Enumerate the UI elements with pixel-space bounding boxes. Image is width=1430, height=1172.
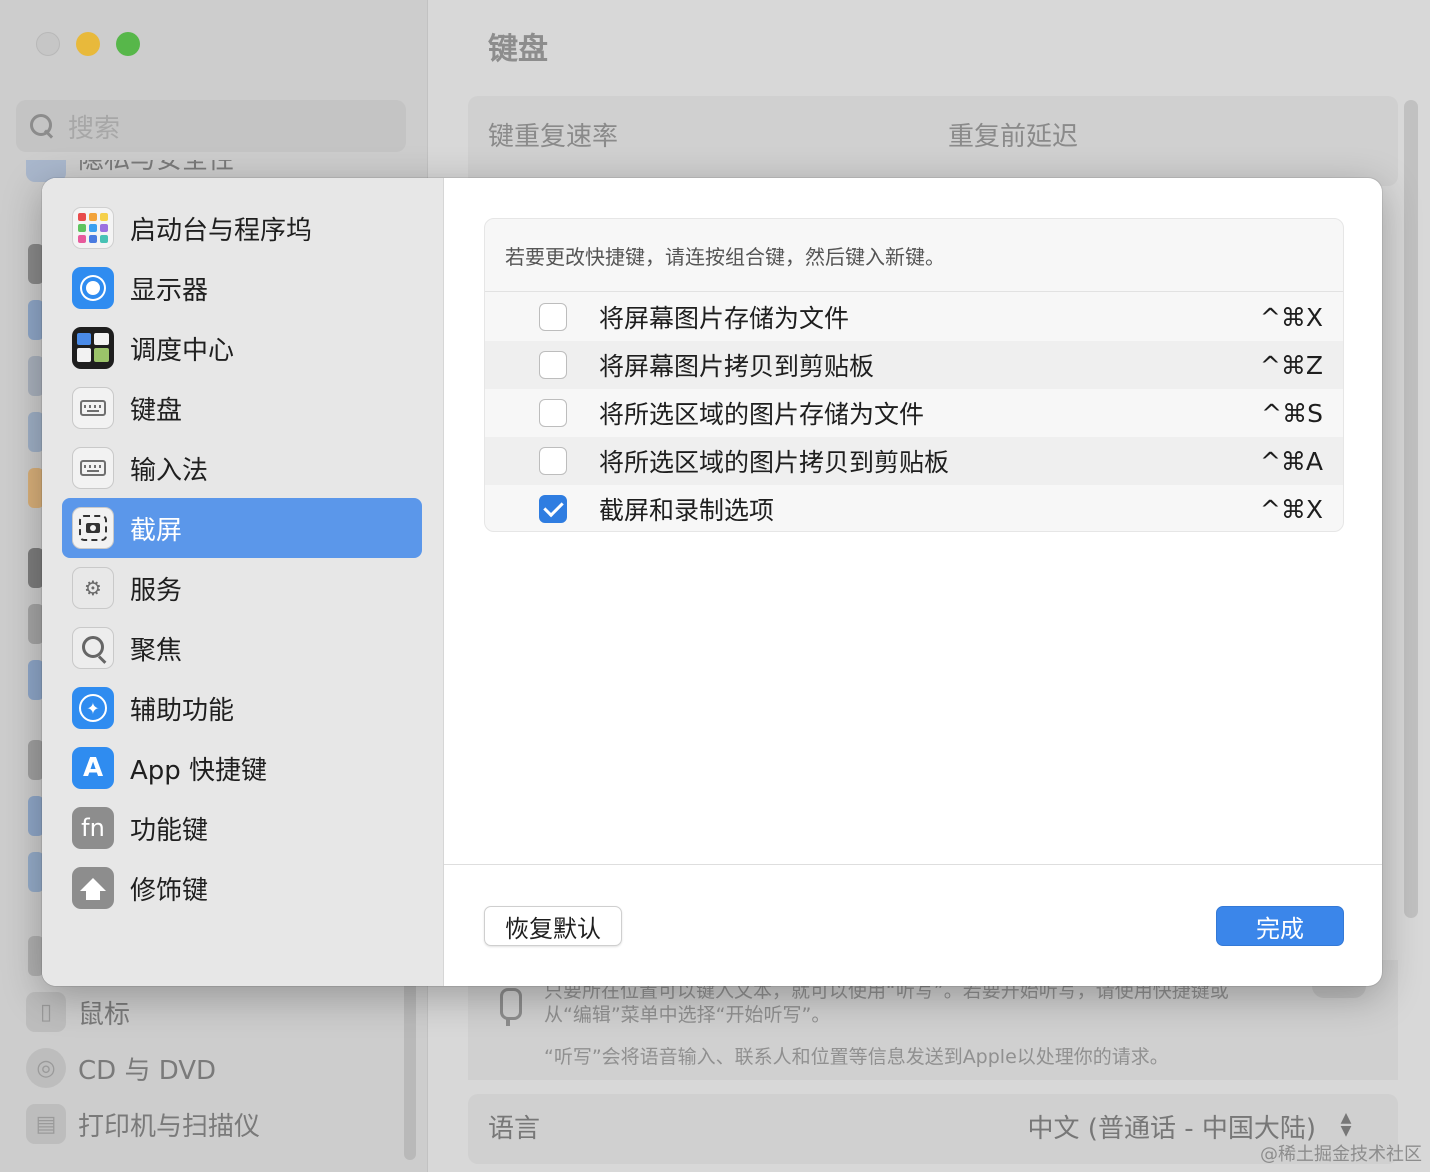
shortcut-key-combo[interactable]: ^⌘A [1260,447,1323,476]
keyboard-icon [72,387,114,429]
search-icon [28,112,56,140]
shortcut-row[interactable]: 将屏幕图片存储为文件 ^⌘X [485,293,1343,341]
shortcut-key-combo[interactable]: ^⌘X [1260,303,1323,332]
screenshot-icon [72,507,114,549]
shortcut-label: 截屏和录制选项 [599,496,775,525]
sidebar-scrollbar[interactable] [404,960,416,1160]
minimize-window-button[interactable] [76,32,100,56]
shortcut-label: 将所选区域的图片拷贝到剪贴板 [599,448,950,477]
category-input-sources[interactable]: 输入法 [62,438,422,498]
accessibility-icon: ✦ [72,687,114,729]
footer-divider [444,864,1382,865]
shortcut-categories-list: 启动台与程序坞 显示器 调度中心 键盘 输入法 截屏 ⚙ 服务 聚焦 ✦ 辅助功… [42,178,444,986]
shortcut-key-combo[interactable]: ^⌘S [1261,399,1323,428]
shortcut-enable-checkbox[interactable] [539,351,567,379]
language-label: 语言 [488,1114,541,1144]
shortcut-enable-checkbox[interactable] [539,399,567,427]
category-screenshots[interactable]: 截屏 [62,498,422,558]
category-launchpad-dock[interactable]: 启动台与程序坞 [62,198,422,258]
app-shortcuts-icon: A [72,747,114,789]
disc-icon: ◎ [26,1048,66,1088]
shortcut-row[interactable]: 将所选区域的图片拷贝到剪贴板 ^⌘A [485,437,1343,485]
shortcut-label: 将所选区域的图片存储为文件 [599,400,925,429]
key-repeat-rate-label: 键重复速率 [488,122,619,152]
category-function-keys[interactable]: fn 功能键 [62,798,422,858]
settings-search-field[interactable]: 搜索 [16,100,406,152]
dictation-description-line2: 从“编辑”菜单中选择“开始听写”。 [544,1004,831,1026]
main-scrollbar[interactable] [1404,100,1418,918]
change-shortcut-hint: 若要更改快捷键，请连按组合键，然后键入新键。 [505,245,945,269]
launchpad-icon [72,207,114,249]
shortcut-label: 将屏幕图片拷贝到剪贴板 [599,352,875,381]
spotlight-icon [72,627,114,669]
shortcut-row[interactable]: 将屏幕图片拷贝到剪贴板 ^⌘Z [485,341,1343,389]
function-keys-icon: fn [72,807,114,849]
shortcut-key-combo[interactable]: ^⌘Z [1260,351,1323,380]
sidebar-item-printers[interactable]: ▤ 打印机与扫描仪 [26,1104,260,1144]
shortcut-row[interactable]: 截屏和录制选项 ^⌘X [485,485,1343,531]
mouse-icon: ▯ [26,992,66,1032]
services-icon: ⚙ [72,567,114,609]
shortcut-label: 将屏幕图片存储为文件 [599,304,850,333]
category-display[interactable]: 显示器 [62,258,422,318]
category-mission-control[interactable]: 调度中心 [62,318,422,378]
shortcut-key-combo[interactable]: ^⌘X [1260,495,1323,524]
printer-icon: ▤ [26,1104,66,1144]
page-title: 键盘 [488,32,548,67]
input-method-icon [72,447,114,489]
sidebar-item-cd-dvd[interactable]: ◎ CD 与 DVD [26,1048,216,1088]
done-button[interactable]: 完成 [1216,906,1344,946]
zoom-window-button[interactable] [116,32,140,56]
shortcut-enable-checkbox[interactable] [539,447,567,475]
category-keyboard[interactable]: 键盘 [62,378,422,438]
search-placeholder: 搜索 [68,113,121,144]
shortcut-enable-checkbox[interactable] [539,303,567,331]
category-modifier-keys[interactable]: 修饰键 [62,858,422,918]
shortcut-enable-checkbox[interactable] [539,495,567,523]
close-window-button[interactable] [36,32,60,56]
screenshot-shortcuts-panel: 若要更改快捷键，请连按组合键，然后键入新键。 将屏幕图片存储为文件 ^⌘X 将屏… [484,218,1344,532]
mission-control-icon [72,327,114,369]
category-spotlight[interactable]: 聚焦 [62,618,422,678]
restore-defaults-button[interactable]: 恢复默认 [484,906,622,946]
modifier-keys-icon [72,867,114,909]
watermark: @稀土掘金技术社区 [1260,1144,1422,1165]
repeat-delay-label: 重复前延迟 [948,122,1079,152]
microphone-icon [492,988,524,1028]
divider [485,291,1343,292]
category-accessibility[interactable]: ✦ 辅助功能 [62,678,422,738]
shortcut-row[interactable]: 将所选区域的图片存储为文件 ^⌘S [485,389,1343,437]
category-app-shortcuts[interactable]: A App 快捷键 [62,738,422,798]
sidebar-item-mouse[interactable]: ▯ 鼠标 [26,992,130,1032]
category-services[interactable]: ⚙ 服务 [62,558,422,618]
dictation-privacy-note: “听写”会将语音输入、联系人和位置等信息发送到Apple以处理你的请求。 [544,1046,1169,1068]
up-down-chevron-icon[interactable]: ▲ ▼ [1336,1111,1356,1140]
keyboard-shortcuts-sheet: 启动台与程序坞 显示器 调度中心 键盘 输入法 截屏 ⚙ 服务 聚焦 ✦ 辅助功… [42,178,1382,986]
display-icon [72,267,114,309]
